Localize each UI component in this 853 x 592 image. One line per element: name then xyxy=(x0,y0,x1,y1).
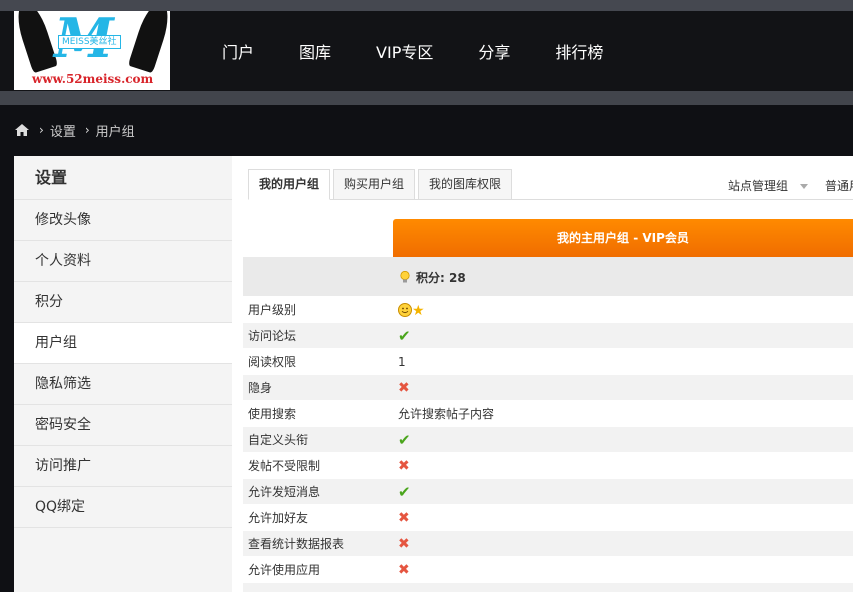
nav-vip[interactable]: VIP专区 xyxy=(376,39,433,63)
table-row: 阅读权限 1 xyxy=(243,349,853,375)
logo-url: www.52meiss.com xyxy=(32,72,154,86)
sidebar-item-password[interactable]: 密码安全 xyxy=(14,405,232,446)
table-row: 用户级别 ★ xyxy=(243,297,853,323)
sidebar-item-promotion[interactable]: 访问推广 xyxy=(14,446,232,487)
permission-value: 1 xyxy=(398,355,406,369)
tab-bar: 我的用户组 购买用户组 我的图库权限 xyxy=(248,169,515,200)
breadcrumb-settings[interactable]: 设置 xyxy=(50,121,76,140)
main-panel: 我的用户组 购买用户组 我的图库权限 站点管理组 普通用 我的主用户组 - VI… xyxy=(232,156,853,592)
check-icon: ✔ xyxy=(398,431,411,449)
group-select[interactable]: 站点管理组 xyxy=(728,177,809,194)
permission-value: 允许搜索帖子内容 xyxy=(398,407,495,421)
nav-portal[interactable]: 门户 xyxy=(222,39,254,63)
permission-key: 发帖不受限制 xyxy=(248,459,321,473)
points-value: 积分: 28 xyxy=(400,269,466,286)
logo-figure-left xyxy=(14,11,59,74)
sidebar-item-credits[interactable]: 积分 xyxy=(14,282,232,323)
sidebar-item-profile[interactable]: 个人资料 xyxy=(14,241,232,282)
caret-down-icon xyxy=(800,184,809,189)
nav-share[interactable]: 分享 xyxy=(478,39,510,63)
header-band xyxy=(0,91,853,105)
sidebar-title: 设置 xyxy=(14,156,232,200)
check-icon: ✔ xyxy=(398,327,411,345)
group-select-value: 站点管理组 xyxy=(728,179,789,193)
lightbulb-icon xyxy=(400,270,410,283)
smile-icon xyxy=(398,303,412,317)
permission-key: 用户级别 xyxy=(248,303,297,317)
cross-icon: ✖ xyxy=(398,458,410,474)
main-nav: 门户 图库 VIP专区 分享 排行榜 xyxy=(222,11,648,91)
sidebar-item-qq[interactable]: QQ绑定 xyxy=(14,487,232,528)
permission-key: 使用搜索 xyxy=(248,407,297,421)
tab-gallery-permission[interactable]: 我的图库权限 xyxy=(418,169,513,200)
permission-value: ★ xyxy=(398,297,425,324)
table-row: 查看统计数据报表 ✖ xyxy=(243,531,853,557)
permission-key: 阅读权限 xyxy=(248,355,297,369)
table-row: 允许使用应用 ✖ xyxy=(243,557,853,583)
table-row: 访问论坛 ✔ xyxy=(243,323,853,349)
table-row: 使用搜索 允许搜索帖子内容 xyxy=(243,401,853,427)
group-select-secondary[interactable]: 普通用 xyxy=(825,177,853,194)
permission-table: 用户级别 ★ 访问论坛 ✔ 阅读权限 1 隐身 ✖ 使用搜索 允许搜索帖子内容 … xyxy=(243,297,853,592)
cross-icon: ✖ xyxy=(398,562,410,578)
table-row: 发帖不受限制 ✖ xyxy=(243,453,853,479)
sidebar-item-avatar[interactable]: 修改头像 xyxy=(14,200,232,241)
nav-gallery[interactable]: 图库 xyxy=(299,39,331,63)
permission-key: 隐身 xyxy=(248,381,273,395)
table-row xyxy=(243,583,853,592)
tab-my-group[interactable]: 我的用户组 xyxy=(248,169,331,200)
cross-icon: ✖ xyxy=(398,536,410,552)
chevron-right-icon: › xyxy=(39,123,44,137)
table-row: 自定义头衔 ✔ xyxy=(243,427,853,453)
permission-key: 允许使用应用 xyxy=(248,563,321,577)
permission-key: 访问论坛 xyxy=(248,329,297,343)
chevron-right-icon: › xyxy=(84,123,90,137)
breadcrumb-usergroup[interactable]: 用户组 xyxy=(96,121,135,140)
breadcrumb: › 设置 › 用户组 xyxy=(14,121,135,140)
star-icon: ★ xyxy=(412,303,425,319)
points-text: 积分: 28 xyxy=(416,271,466,285)
permission-key: 查看统计数据报表 xyxy=(248,537,345,551)
permission-key: 自定义头衔 xyxy=(248,433,309,447)
settings-sidebar: 设置 修改头像 个人资料 积分 用户组 隐私筛选 密码安全 访问推广 QQ绑定 xyxy=(14,156,232,592)
table-row: 允许加好友 ✖ xyxy=(243,505,853,531)
sidebar-item-privacy[interactable]: 隐私筛选 xyxy=(14,364,232,405)
permission-key: 允许加好友 xyxy=(248,511,309,525)
tab-buy-group[interactable]: 购买用户组 xyxy=(333,169,416,200)
cross-icon: ✖ xyxy=(398,380,410,396)
home-icon[interactable] xyxy=(14,123,30,137)
logo-tag: MEISS美丝社 xyxy=(58,35,121,49)
site-logo[interactable]: M MEISS美丝社 www.52meiss.com xyxy=(14,11,170,90)
sidebar-item-usergroup[interactable]: 用户组 xyxy=(14,323,232,364)
top-strip xyxy=(0,0,853,11)
check-icon: ✔ xyxy=(398,483,411,501)
points-row: 积分: 28 xyxy=(243,257,853,296)
nav-ranking[interactable]: 排行榜 xyxy=(555,39,603,63)
group-header: 我的主用户组 - VIP会员 xyxy=(393,219,853,257)
permission-key: 允许发短消息 xyxy=(248,485,321,499)
table-row: 允许发短消息 ✔ xyxy=(243,479,853,505)
cross-icon: ✖ xyxy=(398,510,410,526)
table-row: 隐身 ✖ xyxy=(243,375,853,401)
